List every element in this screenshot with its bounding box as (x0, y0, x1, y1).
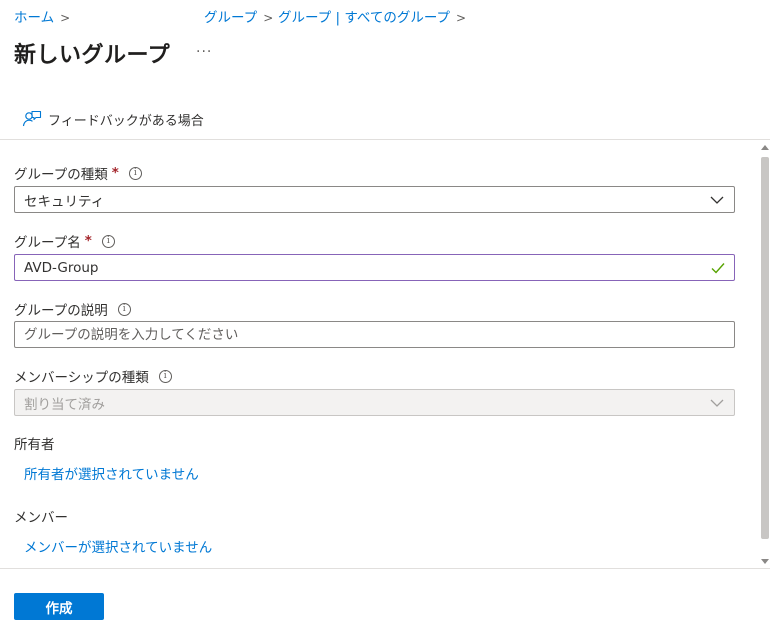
breadcrumb: ホーム > グループ > グループ | すべてのグループ > (14, 6, 770, 26)
membership-type-dropdown: 割り当て済み (14, 389, 735, 416)
group-description-field[interactable] (14, 321, 735, 348)
chevron-down-icon (710, 196, 724, 204)
feedback-person-icon (22, 110, 42, 127)
chevron-down-icon (710, 399, 724, 407)
required-marker: * (84, 233, 92, 249)
membership-type-value: 割り当て済み (24, 396, 105, 413)
owners-label: 所有者 (14, 433, 55, 453)
page-title: 新しいグループ (14, 43, 171, 68)
members-label-text: メンバー (14, 510, 68, 526)
group-type-label: グループの種類 * i (14, 163, 142, 183)
breadcrumb-home-label[interactable]: ホーム (14, 10, 54, 26)
owners-label-text: 所有者 (14, 437, 55, 453)
info-icon[interactable]: i (101, 234, 115, 248)
checkmark-icon (711, 263, 725, 274)
breadcrumb-all-groups[interactable]: グループ | すべてのグループ > (278, 6, 466, 26)
breadcrumb-groups[interactable]: グループ > (204, 6, 273, 26)
breadcrumb-all-groups-label[interactable]: グループ | すべてのグループ (278, 10, 450, 26)
group-name-value: AVD-Group (24, 259, 99, 276)
members-label: メンバー (14, 506, 68, 526)
create-button[interactable]: 作成 (14, 593, 104, 620)
info-icon[interactable]: i (128, 166, 142, 180)
select-owners-link[interactable]: 所有者が選択されていません (24, 463, 199, 483)
membership-type-label-text: メンバーシップの種類 (14, 370, 149, 386)
breadcrumb-home[interactable]: ホーム > (14, 6, 70, 26)
more-options-button[interactable]: ... (196, 40, 212, 56)
group-name-field[interactable]: AVD-Group (14, 254, 735, 281)
group-description-label: グループの説明 i (14, 299, 131, 319)
feedback-label: フィードバックがある場合 (48, 113, 204, 129)
feedback-button[interactable]: フィードバックがある場合 (22, 108, 204, 130)
breadcrumb-separator: > (456, 11, 467, 25)
group-description-label-text: グループの説明 (14, 303, 108, 319)
group-name-label-text: グループ名 (14, 235, 81, 251)
vertical-scrollbar[interactable] (760, 143, 770, 567)
group-name-label: グループ名 * i (14, 231, 115, 251)
breadcrumb-separator: > (263, 11, 274, 25)
membership-type-label: メンバーシップの種類 i (14, 366, 172, 386)
footer-divider (0, 568, 770, 569)
group-type-dropdown[interactable]: セキュリティ (14, 186, 735, 213)
group-description-input[interactable] (24, 322, 734, 347)
scrollbar-thumb[interactable] (761, 157, 769, 539)
scroll-down-arrow-icon[interactable] (761, 559, 769, 564)
select-members-link[interactable]: メンバーが選択されていません (24, 536, 212, 556)
group-type-label-text: グループの種類 (14, 167, 108, 183)
breadcrumb-groups-label[interactable]: グループ (204, 10, 257, 26)
breadcrumb-separator: > (60, 11, 71, 25)
toolbar-divider (0, 139, 770, 140)
info-icon[interactable]: i (158, 369, 172, 383)
group-type-value: セキュリティ (24, 193, 105, 210)
scroll-up-arrow-icon[interactable] (761, 145, 769, 150)
info-icon[interactable]: i (117, 302, 131, 316)
required-marker: * (111, 165, 119, 181)
